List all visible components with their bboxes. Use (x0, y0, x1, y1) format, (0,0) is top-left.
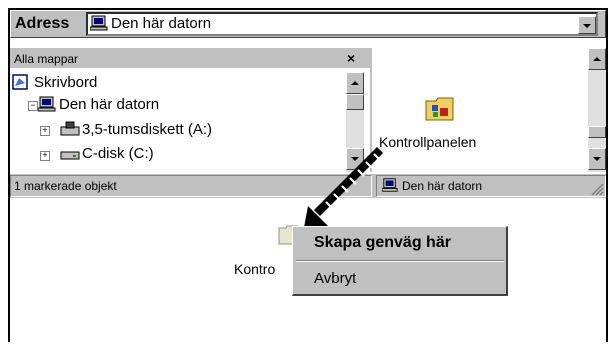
content-item-label[interactable]: Kontrollpanelen (379, 134, 476, 150)
chevron-down-icon (583, 24, 591, 28)
hard-disk-icon (60, 151, 80, 160)
tree-expander[interactable]: + (40, 151, 50, 161)
address-dropdown-button[interactable] (578, 16, 596, 34)
scroll-up-button[interactable] (346, 72, 364, 94)
control-panel-folder-icon[interactable] (425, 96, 455, 122)
menu-separator (296, 260, 504, 262)
context-menu-item-create-shortcut[interactable]: Skapa genväg här (295, 232, 504, 256)
status-location-text: Den här datorn (402, 179, 483, 193)
tree-item-diskett[interactable]: 3,5-tumsdiskett (A:) (82, 121, 212, 138)
status-selection-text: 1 markerade objekt (14, 179, 117, 193)
desktop-icon (12, 74, 28, 90)
chevron-up-icon (593, 57, 601, 61)
floppy-drive-icon (60, 121, 80, 136)
close-icon[interactable]: × (347, 50, 355, 66)
computer-icon (38, 96, 56, 112)
tree-item-c-disk[interactable]: C-disk (C:) (82, 145, 154, 162)
computer-icon (90, 15, 108, 31)
dropped-item-label[interactable]: Kontro (234, 261, 275, 277)
tree-expander[interactable]: − (28, 101, 38, 111)
content-scroll-up-button[interactable] (588, 48, 606, 70)
context-menu-item-cancel[interactable]: Avbryt (295, 268, 504, 292)
address-value: Den här datorn (111, 15, 212, 32)
drag-arrow-icon (302, 147, 383, 238)
content-pane (376, 48, 606, 172)
chevron-down-icon (593, 157, 601, 161)
tree-item-den-har-datorn[interactable]: Den här datorn (59, 96, 159, 113)
content-scroll-thumb[interactable] (588, 126, 606, 138)
address-label: Adress (15, 15, 70, 32)
tree-expander[interactable]: + (40, 126, 50, 136)
folder-pane-title: Alla mappar (14, 52, 79, 66)
scroll-thumb[interactable] (346, 94, 364, 110)
chevron-up-icon (351, 81, 359, 85)
content-scroll-down-button[interactable] (588, 148, 606, 170)
resize-grip-icon[interactable] (590, 182, 604, 196)
tree-item-skrivbord[interactable]: Skrivbord (34, 74, 97, 91)
